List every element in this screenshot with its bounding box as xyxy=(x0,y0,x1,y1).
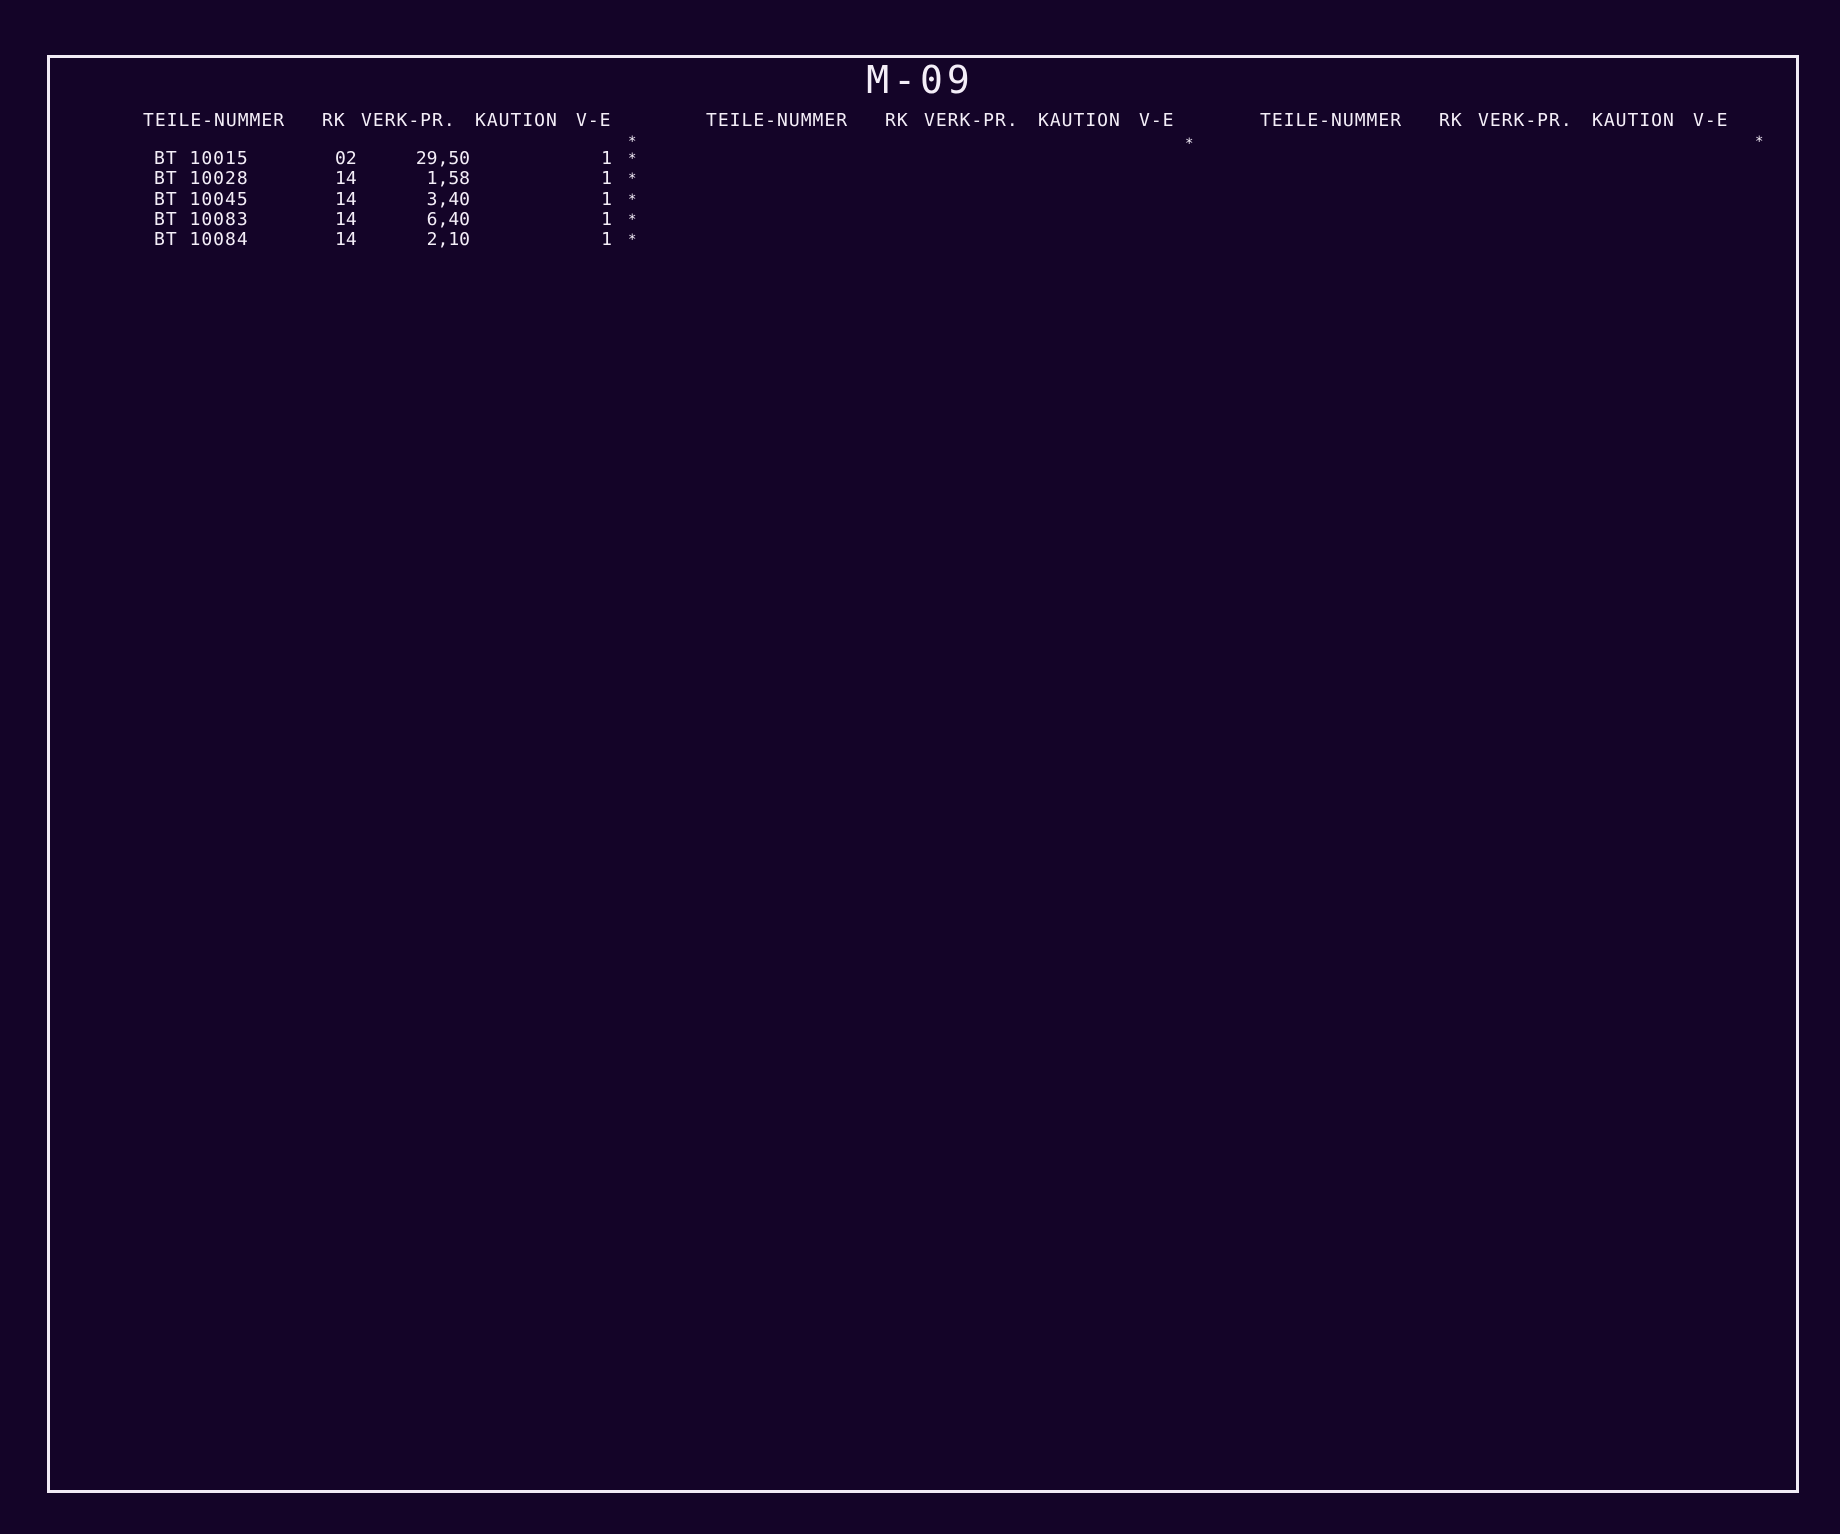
header-marker: * xyxy=(628,134,637,150)
cell-sale-price: 2,10 xyxy=(426,229,470,251)
cell-sale-price: 6,40 xyxy=(426,208,470,230)
header-part-number: TEILE-NUMMER xyxy=(143,110,286,131)
cell-unit: 1 xyxy=(601,148,612,169)
cell-marker: * xyxy=(628,191,637,208)
cell-sale-price: 1,58 xyxy=(426,168,470,190)
header-part-number: TEILE-NUMMER xyxy=(706,110,849,131)
header-rk: RK xyxy=(1439,110,1463,131)
table-row: BT 10045 14 3,40 1 * xyxy=(140,188,680,210)
header-sale-price: VERK-PR. xyxy=(924,110,1019,131)
cell-rk: 14 xyxy=(335,208,357,230)
header-unit: V-E xyxy=(1139,110,1175,131)
cell-rk: 02 xyxy=(335,148,357,169)
price-list-rows: BT 10015 02 29,50 1 * BT 10028 14 1,58 1… xyxy=(140,149,680,250)
cell-part-number: BT 10083 xyxy=(154,208,249,230)
header-sale-price: VERK-PR. xyxy=(361,110,456,131)
cell-rk: 14 xyxy=(335,188,357,210)
header-sale-price: VERK-PR. xyxy=(1478,110,1573,131)
cell-sale-price: 3,40 xyxy=(426,188,470,210)
price-list-column-1: TEILE-NUMMER RK VERK-PR. KAUTION V-E * B… xyxy=(140,108,680,308)
cell-rk: 14 xyxy=(335,229,357,251)
header-part-number: TEILE-NUMMER xyxy=(1260,110,1403,131)
cell-marker: * xyxy=(628,211,637,228)
table-row: BT 10083 14 6,40 1 * xyxy=(140,208,680,230)
header-deposit: KAUTION xyxy=(1592,110,1675,131)
cell-marker: * xyxy=(628,232,637,249)
price-list-column-2: TEILE-NUMMER RK VERK-PR. KAUTION V-E * xyxy=(703,108,1243,308)
header-marker: * xyxy=(1185,136,1194,152)
table-row: BT 10028 14 1,58 1 * xyxy=(140,169,680,189)
price-list-column-3: TEILE-NUMMER RK VERK-PR. KAUTION V-E * xyxy=(1257,108,1797,308)
cell-unit: 1 xyxy=(601,229,612,251)
cell-part-number: BT 10028 xyxy=(154,168,249,190)
header-rk: RK xyxy=(322,110,346,131)
cell-part-number: BT 10084 xyxy=(154,229,249,251)
cell-unit: 1 xyxy=(601,188,612,210)
cell-unit: 1 xyxy=(601,208,612,230)
header-unit: V-E xyxy=(1693,110,1729,131)
header-rk: RK xyxy=(885,110,909,131)
table-row: BT 10015 02 29,50 1 * xyxy=(140,149,680,169)
cell-rk: 14 xyxy=(335,168,357,190)
cell-part-number: BT 10045 xyxy=(154,188,249,210)
cell-part-number: BT 10015 xyxy=(154,148,249,169)
header-deposit: KAUTION xyxy=(1038,110,1121,131)
cell-marker: * xyxy=(628,171,637,188)
header-unit: V-E xyxy=(576,110,612,131)
cell-sale-price: 29,50 xyxy=(415,148,470,169)
table-row: BT 10084 14 2,10 1 * xyxy=(140,230,680,250)
cell-unit: 1 xyxy=(601,168,612,190)
cell-marker: * xyxy=(628,151,637,167)
header-deposit: KAUTION xyxy=(475,110,558,131)
header-marker: * xyxy=(1755,134,1764,150)
sheet-title: M-09 xyxy=(866,58,974,102)
